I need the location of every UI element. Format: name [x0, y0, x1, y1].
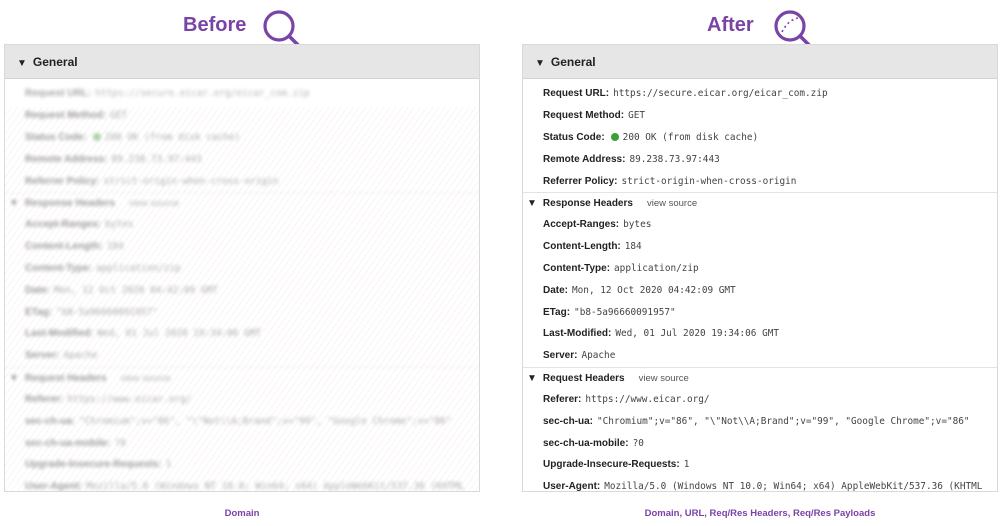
request-header-row: sec-ch-ua-mobile: ?0	[543, 437, 644, 449]
request-url-row: Request URL: https://secure.eicar.org/ei…	[25, 88, 310, 100]
request-header-row: sec-ch-ua: "Chromium";v="86", "\"Not\\A;B…	[543, 415, 970, 427]
blurred-row: ETag: "b8-5a96660091957"	[25, 306, 158, 318]
after-title: After	[707, 14, 754, 36]
request-header-row: Referer: https://www.eicar.org/	[543, 393, 710, 405]
after-title-bar: After	[522, 0, 998, 50]
blurred-row: sec-ch-ua: "Chromium";v="86", "\"Not\\A;B…	[25, 415, 452, 427]
after-panel: After ▼ General Request URL: https://secur…	[522, 0, 998, 526]
after-caption: Domain, URL, Req/Res Headers, Req/Res Pa…	[644, 508, 876, 519]
blurred-response-headers: ▼ Response Headers view source	[5, 191, 479, 214]
view-source-link[interactable]: view source	[639, 373, 689, 384]
response-header-row: Last-Modified: Wed, 01 Jul 2020 19:34:06 …	[543, 328, 780, 340]
before-rows: Request URL: https://secure.eicar.org/ei…	[5, 79, 479, 492]
after-devtools-pane: ▼ General Request URL: https://secure.eica…	[522, 44, 998, 492]
response-header-row: Date: Mon, 12 Oct 2020 04:42:09 GMT	[543, 284, 736, 296]
blurred-request-headers: ▼ Request Headers view source	[5, 366, 479, 389]
before-caption: Domain	[224, 508, 260, 519]
response-headers-header[interactable]: ▼ Response Headers view source	[523, 191, 997, 214]
view-source-link[interactable]: view source	[647, 198, 697, 209]
blurred-row: Referer: https://www.eicar.org/	[25, 393, 192, 405]
status-code-row: Status Code: 200 OK (from disk cache)	[543, 131, 759, 143]
request-url-row: Request URL: https://secure.eicar.org/eic…	[543, 88, 828, 100]
after-rows: Request URL: https://secure.eicar.org/eic…	[523, 79, 997, 492]
blurred-row: Content-Length: 184	[25, 241, 124, 253]
expand-triangle-icon: ▼	[527, 372, 537, 384]
blurred-row: Last-Modified: Wed, 01 Jul 2020 19:34:06 …	[25, 328, 262, 340]
response-header-row: Accept-Ranges: bytes	[543, 219, 652, 231]
request-header-row: Upgrade-Insecure-Requests: 1	[543, 459, 690, 471]
response-header-row: Server: Apache	[543, 350, 616, 362]
general-section-header[interactable]: ▼ General	[523, 45, 997, 79]
before-title-bar: Before	[4, 0, 480, 50]
request-method-row: Request Method: GET	[543, 110, 646, 122]
remote-address-row: Remote Address: 89.238.73.97:443	[543, 153, 720, 165]
blurred-row: Server: Apache	[25, 350, 98, 362]
expand-triangle-icon: ▼	[17, 58, 27, 69]
referrer-policy-row: Referrer Policy: strict-origin-when-cross…	[543, 175, 797, 187]
blurred-row: Content-Type: application/zip	[25, 262, 181, 274]
blurred-row: Request Method: GET	[25, 110, 128, 122]
blurred-row: sec-ch-ua-mobile: ?0	[25, 437, 126, 449]
blurred-row: Remote Address: 89.238.73.97:443	[25, 153, 202, 165]
before-panel: Before ▼ General Request URL: https://sec…	[4, 0, 480, 526]
response-header-row: ETag: "b8-5a96660091957"	[543, 306, 676, 318]
expand-triangle-icon: ▼	[535, 58, 545, 69]
expand-triangle-icon: ▼	[527, 197, 537, 209]
before-title: Before	[183, 14, 247, 36]
blurred-row: User-Agent: Mozilla/5.0 (Windows NT 10.0;…	[25, 481, 465, 492]
blurred-row: Accept-Ranges: bytes	[25, 219, 134, 231]
status-dot-icon	[610, 133, 619, 142]
blurred-row: Referrer Policy: strict-origin-when-cross…	[25, 175, 279, 187]
request-headers-header[interactable]: ▼ Request Headers view source	[523, 366, 997, 389]
request-header-row: User-Agent: Mozilla/5.0 (Windows NT 10.0;…	[543, 481, 983, 492]
general-section-header[interactable]: ▼ General	[5, 45, 479, 79]
blurred-row: Status Code: 200 OK (from disk cache)	[25, 131, 241, 143]
response-header-row: Content-Type: application/zip	[543, 262, 699, 274]
blurred-row: Date: Mon, 12 Oct 2020 04:42:09 GMT	[25, 284, 218, 296]
before-devtools-pane: ▼ General Request URL: https://secure.eic…	[4, 44, 480, 492]
response-header-row: Content-Length: 184	[543, 241, 642, 253]
blurred-row: Upgrade-Insecure-Requests: 1	[25, 459, 172, 471]
status-dot-icon	[92, 133, 101, 142]
